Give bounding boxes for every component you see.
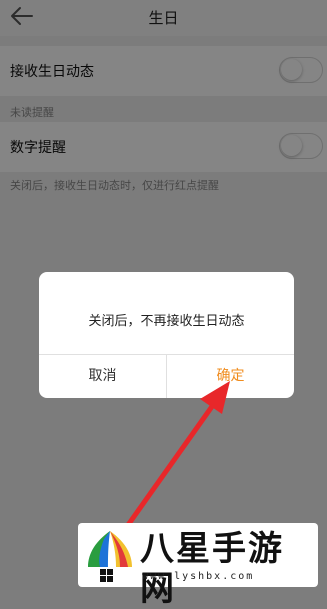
watermark-title: 八星手游网 xyxy=(140,529,284,609)
site-logo-icon xyxy=(88,531,132,582)
dialog-message: 关闭后，不再接收生日动态 xyxy=(88,314,245,329)
watermark-url: www.lyshbx.com xyxy=(142,571,255,582)
site-watermark: 八星手游网 www.lyshbx.com xyxy=(78,523,318,609)
cancel-button[interactable]: 取消 xyxy=(39,355,166,398)
confirm-button[interactable]: 确定 xyxy=(167,355,294,398)
confirm-dialog: 关闭后，不再接收生日动态 取消 确定 xyxy=(39,272,294,398)
